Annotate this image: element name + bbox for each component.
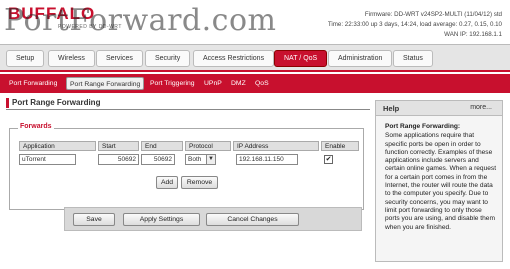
tab-status[interactable]: Status: [393, 50, 433, 67]
subtab-qos[interactable]: QoS: [252, 77, 272, 90]
col-header-ip-address: IP Address: [233, 141, 319, 151]
subtab-dmz[interactable]: DMZ: [228, 77, 249, 90]
subtab-port-triggering[interactable]: Port Triggering: [147, 77, 198, 90]
save-button[interactable]: Save: [73, 213, 115, 226]
firmware-info: Firmware: DD-WRT v24SP2-MULTI (11/04/12)…: [364, 11, 502, 18]
protocol-select[interactable]: Both ▼: [185, 154, 216, 165]
tab-administration[interactable]: Administration: [328, 50, 393, 67]
col-header-start: Start: [98, 141, 139, 151]
help-heading: Port Range Forwarding:: [385, 123, 461, 130]
end-port-field[interactable]: 50692: [141, 154, 175, 165]
sub-nav: Port Forwarding Port Range Forwarding Po…: [0, 74, 510, 93]
chevron-down-icon: ▼: [206, 155, 215, 164]
title-accent-bar: [6, 98, 9, 108]
help-title: Help: [383, 104, 400, 113]
col-header-application: Application: [19, 141, 96, 151]
add-button[interactable]: Add: [156, 176, 178, 189]
main-content: Port Range Forwarding Forwards Applicati…: [6, 97, 370, 265]
header: BUFFALO POWERED BY DD-WRT PortForward.co…: [0, 0, 510, 44]
wan-ip-info: WAN IP: 192.168.1.1: [444, 31, 502, 38]
tab-setup[interactable]: Setup: [6, 50, 45, 67]
router-info: Firmware: DD-WRT v24SP2-MULTI (11/04/12)…: [328, 10, 502, 40]
remove-button[interactable]: Remove: [181, 176, 218, 189]
help-header: Help more...: [376, 101, 502, 116]
ip-address-field[interactable]: 192.168.11.150: [236, 154, 298, 165]
apply-settings-button[interactable]: Apply Settings: [123, 213, 200, 226]
tab-services[interactable]: Services: [96, 50, 143, 67]
tab-access-restrictions[interactable]: Access Restrictions: [193, 50, 275, 67]
start-port-field[interactable]: 50692: [98, 154, 139, 165]
help-more-link[interactable]: more...: [470, 104, 492, 111]
tab-wireless[interactable]: Wireless: [48, 50, 95, 67]
help-text: Some applications require that specific …: [385, 132, 497, 231]
watermark: PortForward.com: [4, 3, 277, 38]
forwards-fieldset: Forwards Application Start End Protocol …: [9, 123, 364, 210]
help-body: Port Range Forwarding: Some applications…: [385, 123, 497, 232]
tab-nat-qos[interactable]: NAT / QoS: [274, 50, 328, 67]
main-nav: Setup Wireless Services Security Access …: [0, 44, 510, 72]
action-bar: Save Apply Settings Cancel Changes: [64, 207, 362, 231]
col-header-enable: Enable: [321, 141, 359, 151]
subtab-upnp[interactable]: UPnP: [201, 77, 225, 90]
uptime-info: Time: 22:33:00 up 3 days, 14:24, load av…: [327, 21, 502, 28]
subtab-port-range-forwarding[interactable]: Port Range Forwarding: [66, 77, 145, 90]
subtab-port-forwarding[interactable]: Port Forwarding: [6, 77, 60, 90]
help-panel: Help more... Port Range Forwarding: Some…: [375, 100, 503, 262]
forwards-legend: Forwards: [18, 123, 54, 130]
cancel-changes-button[interactable]: Cancel Changes: [206, 213, 299, 226]
page-title: Port Range Forwarding: [6, 97, 370, 110]
enable-checkbox[interactable]: ✔: [324, 155, 333, 164]
col-header-end: End: [141, 141, 183, 151]
application-field[interactable]: uTorrent: [19, 154, 76, 165]
col-header-protocol: Protocol: [185, 141, 231, 151]
tab-security[interactable]: Security: [145, 50, 191, 67]
